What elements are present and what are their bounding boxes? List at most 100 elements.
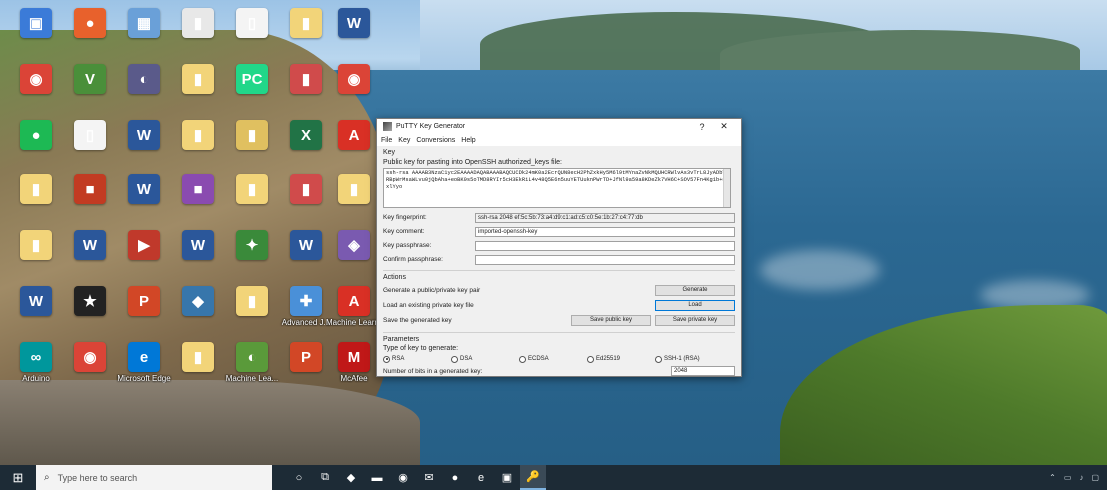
task-view-icon[interactable]: ⧉: [312, 465, 338, 490]
store-icon[interactable]: ▣: [494, 465, 520, 490]
desktop-icon[interactable]: W: [326, 6, 382, 62]
desktop-icon[interactable]: ▶: [116, 228, 172, 284]
desktop-icon[interactable]: ▯: [62, 118, 118, 174]
actions-group-title: Actions: [383, 274, 406, 281]
desktop-icon[interactable]: W: [116, 172, 172, 228]
desktop-icon[interactable]: ▮: [170, 62, 226, 118]
bits-field[interactable]: 2048: [671, 366, 735, 376]
folder-icon: ▮: [236, 286, 268, 316]
desktop-icon[interactable]: W: [116, 118, 172, 174]
desktop-icon[interactable]: ∞ Arduino: [8, 340, 64, 396]
parameters-group-title: Parameters: [383, 336, 420, 343]
confirm-passphrase-field[interactable]: [475, 254, 735, 265]
comment-field[interactable]: imported-openssh-key: [475, 226, 735, 237]
app-icon: ■: [74, 174, 106, 204]
fingerprint-field[interactable]: ssh-rsa 2048 ef:5c:5b:73:a4:d9:c1:ad:c5:…: [475, 212, 735, 223]
battery-icon[interactable]: ▭: [1064, 473, 1072, 482]
app-icon: ▦: [128, 8, 160, 38]
desktop-icon[interactable]: V: [62, 62, 118, 118]
desktop-icon[interactable]: ▣: [8, 6, 64, 62]
desktop-icon[interactable]: W: [62, 228, 118, 284]
desktop-icon[interactable]: M McAfee: [326, 340, 382, 396]
desktop-icon[interactable]: ▮: [170, 118, 226, 174]
vim-icon: V: [74, 64, 106, 94]
public-key-textarea[interactable]: ssh-rsa AAAAB3NzaC1yc2EAAAADAQABAAABAQCU…: [383, 168, 731, 208]
putty-key-generator-window[interactable]: PuTTY Key Generator ? ✕ File Key Convers…: [376, 118, 742, 377]
window-titlebar[interactable]: PuTTY Key Generator ? ✕: [377, 119, 741, 134]
key-type-radio[interactable]: DSA: [451, 355, 519, 363]
desktop-icon[interactable]: ★: [62, 284, 118, 340]
desktop-icon[interactable]: ▮: [170, 6, 226, 62]
desktop-icon[interactable]: ▮: [224, 118, 280, 174]
word-icon: W: [290, 230, 322, 260]
desktop-icon[interactable]: W: [8, 284, 64, 340]
desktop-icon[interactable]: ■: [62, 172, 118, 228]
file-icon: ▯: [74, 120, 106, 150]
key-type-radio[interactable]: Ed25519: [587, 355, 655, 363]
radio-dot-icon: [451, 355, 458, 363]
firefox-icon: ●: [74, 8, 106, 38]
key-group: Key Public key for pasting into OpenSSH …: [383, 149, 735, 266]
desktop-icon[interactable]: e Microsoft Edge: [116, 340, 172, 396]
edge-icon[interactable]: e: [468, 465, 494, 490]
generate-label: Generate a public/private key pair: [383, 287, 481, 294]
notification-icon[interactable]: ▢: [1091, 473, 1099, 482]
tray-chevron-icon[interactable]: ⌃: [1049, 473, 1056, 482]
file-explorer-icon[interactable]: ▬: [364, 465, 390, 490]
generate-button[interactable]: Generate: [655, 285, 735, 296]
desktop-icon[interactable]: ◆: [170, 284, 226, 340]
save-private-key-button[interactable]: Save private key: [655, 315, 735, 326]
menu-conversions[interactable]: Conversions: [416, 137, 455, 144]
desktop-icon[interactable]: W: [170, 228, 226, 284]
volume-icon[interactable]: ♪: [1079, 473, 1083, 482]
save-public-key-button[interactable]: Save public key: [571, 315, 651, 326]
desktop-icon[interactable]: P: [116, 284, 172, 340]
key-type-radio[interactable]: ECDSA: [519, 355, 587, 363]
mail-icon[interactable]: ✉: [416, 465, 442, 490]
desktop-icon[interactable]: ▮: [326, 172, 382, 228]
key-type-radio[interactable]: RSA: [383, 355, 451, 363]
menu-help[interactable]: Help: [461, 137, 475, 144]
desktop-icon[interactable]: ◉: [326, 62, 382, 118]
divider: [383, 270, 735, 271]
firefox-icon[interactable]: ●: [442, 465, 468, 490]
close-button[interactable]: ✕: [713, 121, 735, 132]
desktop-icon[interactable]: ◉: [62, 340, 118, 396]
public-key-scrollbar[interactable]: [723, 169, 730, 207]
desktop-icon[interactable]: ▮: [224, 284, 280, 340]
menu-file[interactable]: File: [381, 137, 392, 144]
desktop-icon[interactable]: ▮: [170, 340, 226, 396]
key-type-radio-label: SSH-1 (RSA): [664, 356, 700, 362]
key-type-radio[interactable]: SSH-1 (RSA): [655, 355, 723, 363]
desktop-icon[interactable]: ▦: [116, 6, 172, 62]
load-button[interactable]: Load: [655, 300, 735, 311]
start-button[interactable]: ⊞: [0, 465, 36, 490]
desktop-icon[interactable]: ◉: [8, 62, 64, 118]
mcafee-icon: M: [338, 342, 370, 372]
putty-keygen-icon[interactable]: 🔑: [520, 465, 546, 490]
desktop-icon[interactable]: ◈: [326, 228, 382, 284]
chrome-icon[interactable]: ◉: [390, 465, 416, 490]
folder-icon: ▮: [236, 174, 268, 204]
desktop-icon[interactable]: ●: [62, 6, 118, 62]
python-icon[interactable]: ◆: [338, 465, 364, 490]
help-button[interactable]: ?: [691, 122, 713, 132]
desktop-icon[interactable]: ◐ Machine Lea...: [224, 340, 280, 396]
desktop-icon[interactable]: ▮: [8, 228, 64, 284]
passphrase-field[interactable]: [475, 240, 735, 251]
desktop-icon[interactable]: A: [326, 118, 382, 174]
cortana-icon[interactable]: ○: [286, 465, 312, 490]
desktop-icon[interactable]: PC: [224, 62, 280, 118]
desktop-icon[interactable]: A Machine Learnin...: [326, 284, 382, 340]
desktop-icon[interactable]: ▯: [224, 6, 280, 62]
desktop-icon[interactable]: ◐: [116, 62, 172, 118]
file-icon: ▯: [236, 8, 268, 38]
desktop-icon[interactable]: ▮: [8, 172, 64, 228]
divider: [383, 332, 735, 333]
desktop-icon[interactable]: ▮: [224, 172, 280, 228]
menu-key[interactable]: Key: [398, 137, 410, 144]
desktop-icon[interactable]: ■: [170, 172, 226, 228]
desktop-icon[interactable]: ●: [8, 118, 64, 174]
desktop-icon[interactable]: ✦: [224, 228, 280, 284]
taskbar-search[interactable]: ⌕ Type here to search: [36, 465, 272, 490]
